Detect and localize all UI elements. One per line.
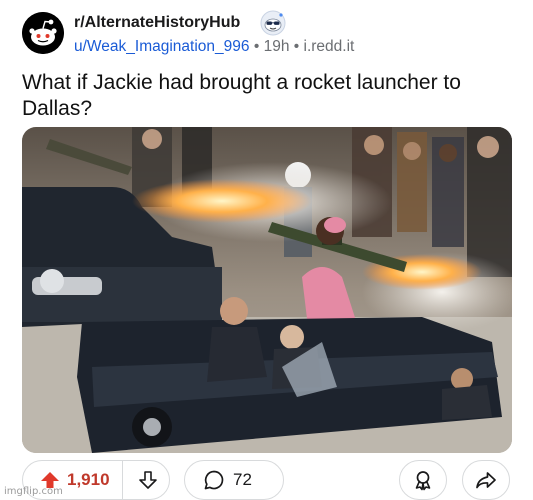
post-actions: 1,910 72 [22,460,512,500]
sunglasses-snoo-icon [260,10,286,36]
downvote-arrow-icon[interactable] [137,469,159,491]
post-domain[interactable]: i.redd.it [304,38,355,55]
post-image[interactable] [22,127,512,453]
post-header: r/AlternateHistoryHub u/Weak_Imagination… [22,10,512,58]
vote-divider [121,460,123,500]
reddit-snoo-icon [22,12,64,54]
comment-count: 72 [233,470,252,489]
share-arrow-icon [476,472,496,489]
meta-separator: • [253,38,260,55]
comments-button[interactable]: 72 [184,460,284,500]
upvote-count: 1,910 [67,470,110,489]
meta-separator-2: • [293,38,300,55]
post-title[interactable]: What if Jackie had brought a rocket laun… [22,70,512,122]
award-button[interactable] [399,460,447,500]
author-link[interactable]: u/Weak_Imagination_996 [74,38,250,55]
post-meta: u/Weak_Imagination_996 • 19h • i.redd.it [74,38,354,56]
speech-bubble-icon [203,469,225,491]
post-age: 19h [263,38,290,55]
subreddit-avatar[interactable] [22,12,64,54]
imgflip-watermark: imgflip.com [4,486,63,497]
meme-photo [22,127,512,453]
award-icon [415,471,431,491]
share-button[interactable] [462,460,510,500]
subreddit-name[interactable]: r/AlternateHistoryHub [74,14,240,32]
